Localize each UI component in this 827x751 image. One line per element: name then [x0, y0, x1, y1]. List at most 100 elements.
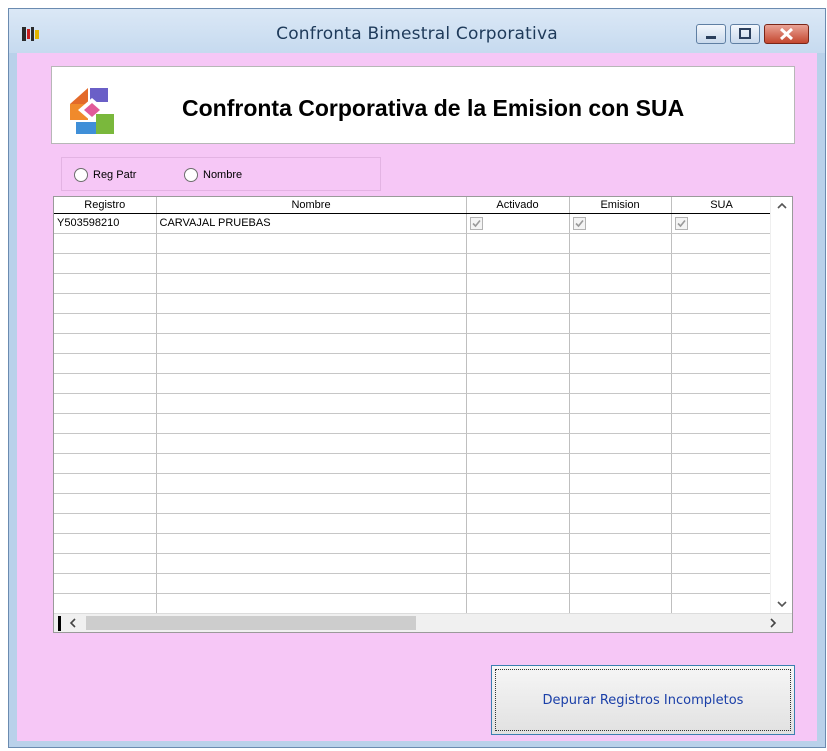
empty-cell[interactable]: [466, 433, 570, 454]
empty-cell[interactable]: [671, 433, 773, 454]
table-row[interactable]: [54, 333, 773, 354]
empty-cell[interactable]: [671, 393, 773, 414]
empty-cell[interactable]: [671, 453, 773, 474]
empty-cell[interactable]: [156, 413, 467, 434]
empty-cell[interactable]: [466, 333, 570, 354]
table-row[interactable]: [54, 273, 773, 294]
empty-cell[interactable]: [156, 253, 467, 274]
empty-cell[interactable]: [156, 593, 467, 614]
horizontal-scroll-thumb[interactable]: [86, 616, 416, 630]
cell-registro[interactable]: Y503598210: [54, 213, 157, 234]
empty-cell[interactable]: [54, 553, 157, 574]
empty-cell[interactable]: [156, 293, 467, 314]
empty-cell[interactable]: [671, 513, 773, 534]
empty-cell[interactable]: [671, 553, 773, 574]
empty-cell[interactable]: [569, 533, 672, 554]
column-header-activado[interactable]: Activado: [466, 197, 570, 214]
empty-cell[interactable]: [671, 293, 773, 314]
maximize-button[interactable]: [730, 24, 760, 44]
empty-cell[interactable]: [671, 473, 773, 494]
table-row[interactable]: [54, 493, 773, 514]
empty-cell[interactable]: [569, 413, 672, 434]
empty-cell[interactable]: [466, 593, 570, 614]
empty-cell[interactable]: [156, 493, 467, 514]
empty-cell[interactable]: [466, 473, 570, 494]
empty-cell[interactable]: [156, 473, 467, 494]
empty-cell[interactable]: [671, 233, 773, 254]
empty-cell[interactable]: [54, 373, 157, 394]
empty-cell[interactable]: [671, 593, 773, 614]
table-row[interactable]: [54, 293, 773, 314]
empty-cell[interactable]: [569, 593, 672, 614]
table-row[interactable]: [54, 573, 773, 594]
table-row[interactable]: [54, 533, 773, 554]
empty-cell[interactable]: [156, 393, 467, 414]
empty-cell[interactable]: [671, 493, 773, 514]
empty-cell[interactable]: [54, 393, 157, 414]
empty-cell[interactable]: [466, 573, 570, 594]
table-row[interactable]: [54, 373, 773, 394]
empty-cell[interactable]: [569, 353, 672, 374]
empty-cell[interactable]: [569, 453, 672, 474]
empty-cell[interactable]: [54, 573, 157, 594]
empty-cell[interactable]: [156, 273, 467, 294]
empty-cell[interactable]: [466, 413, 570, 434]
empty-cell[interactable]: [54, 453, 157, 474]
empty-cell[interactable]: [569, 473, 672, 494]
empty-cell[interactable]: [569, 313, 672, 334]
empty-cell[interactable]: [569, 373, 672, 394]
empty-cell[interactable]: [466, 353, 570, 374]
table-row[interactable]: [54, 453, 773, 474]
empty-cell[interactable]: [671, 253, 773, 274]
records-grid[interactable]: Registro Nombre Activado Emision SUA Y50…: [53, 196, 793, 633]
table-row[interactable]: [54, 553, 773, 574]
column-header-sua[interactable]: SUA: [671, 197, 773, 214]
table-row[interactable]: [54, 393, 773, 414]
scroll-right-icon[interactable]: [768, 617, 778, 629]
horizontal-scrollbar[interactable]: [54, 613, 792, 632]
empty-cell[interactable]: [466, 373, 570, 394]
empty-cell[interactable]: [156, 313, 467, 334]
empty-cell[interactable]: [466, 493, 570, 514]
empty-cell[interactable]: [156, 333, 467, 354]
empty-cell[interactable]: [671, 333, 773, 354]
empty-cell[interactable]: [466, 233, 570, 254]
empty-cell[interactable]: [156, 453, 467, 474]
empty-cell[interactable]: [466, 453, 570, 474]
empty-cell[interactable]: [569, 293, 672, 314]
table-row[interactable]: [54, 353, 773, 374]
empty-cell[interactable]: [569, 393, 672, 414]
column-header-registro[interactable]: Registro: [54, 197, 157, 214]
empty-cell[interactable]: [54, 293, 157, 314]
empty-cell[interactable]: [671, 533, 773, 554]
column-header-emision[interactable]: Emision: [569, 197, 672, 214]
empty-cell[interactable]: [569, 433, 672, 454]
empty-cell[interactable]: [54, 353, 157, 374]
empty-cell[interactable]: [54, 233, 157, 254]
table-row[interactable]: Y503598210 CARVAJAL PRUEBAS: [54, 213, 773, 234]
radio-nombre[interactable]: Nombre: [184, 168, 242, 182]
empty-cell[interactable]: [671, 313, 773, 334]
cell-nombre[interactable]: CARVAJAL PRUEBAS: [156, 213, 467, 234]
empty-cell[interactable]: [54, 493, 157, 514]
empty-cell[interactable]: [54, 533, 157, 554]
checkbox-activado[interactable]: [469, 216, 483, 230]
empty-cell[interactable]: [156, 233, 467, 254]
scroll-up-icon[interactable]: [776, 201, 788, 211]
empty-cell[interactable]: [466, 533, 570, 554]
column-header-nombre[interactable]: Nombre: [156, 197, 467, 214]
radio-reg-patr[interactable]: Reg Patr: [74, 168, 136, 182]
empty-cell[interactable]: [54, 513, 157, 534]
table-row[interactable]: [54, 253, 773, 274]
empty-cell[interactable]: [569, 493, 672, 514]
table-row[interactable]: [54, 433, 773, 454]
empty-cell[interactable]: [54, 433, 157, 454]
empty-cell[interactable]: [156, 353, 467, 374]
empty-cell[interactable]: [156, 573, 467, 594]
empty-cell[interactable]: [466, 273, 570, 294]
empty-cell[interactable]: [569, 513, 672, 534]
minimize-button[interactable]: [696, 24, 726, 44]
empty-cell[interactable]: [569, 553, 672, 574]
empty-cell[interactable]: [569, 333, 672, 354]
empty-cell[interactable]: [569, 573, 672, 594]
